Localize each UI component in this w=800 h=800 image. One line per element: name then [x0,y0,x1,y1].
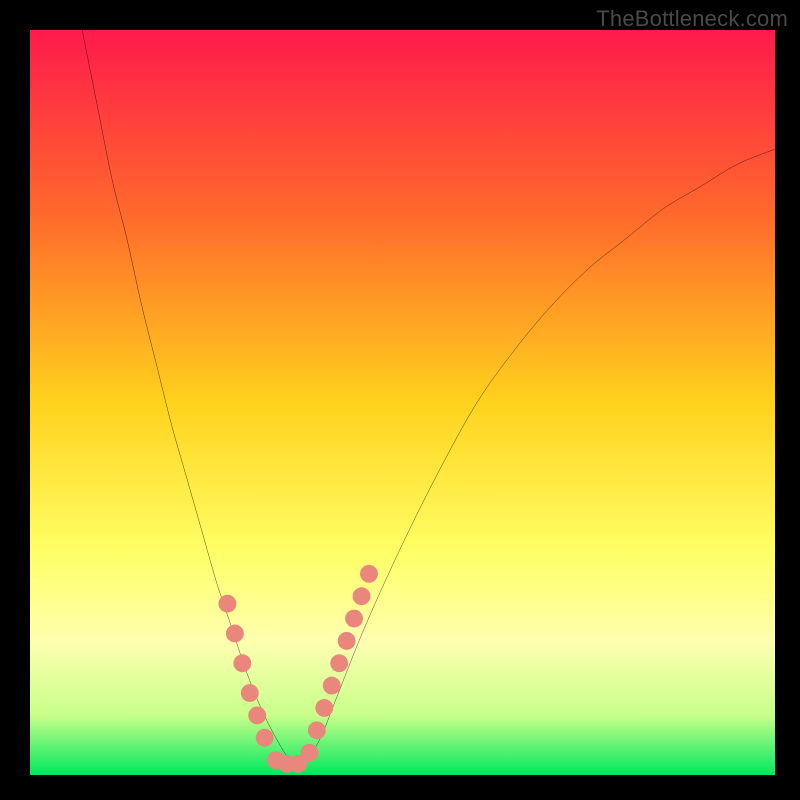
overlay-dot [241,684,259,702]
overlay-dot [233,654,251,672]
overlay-dot [218,595,236,613]
overlay-dot [338,632,356,650]
overlay-dot [360,565,378,583]
overlay-dot [256,729,274,747]
watermark-text: TheBottleneck.com [596,6,788,32]
overlay-dot [300,744,318,762]
bottleneck-chart [30,30,775,775]
overlay-dot [248,706,266,724]
chart-background [30,30,775,775]
overlay-dot [353,587,371,605]
overlay-dot [226,625,244,643]
overlay-dot [345,610,363,628]
overlay-dot [330,654,348,672]
overlay-dot [323,677,341,695]
overlay-dot [308,721,326,739]
overlay-dot [315,699,333,717]
